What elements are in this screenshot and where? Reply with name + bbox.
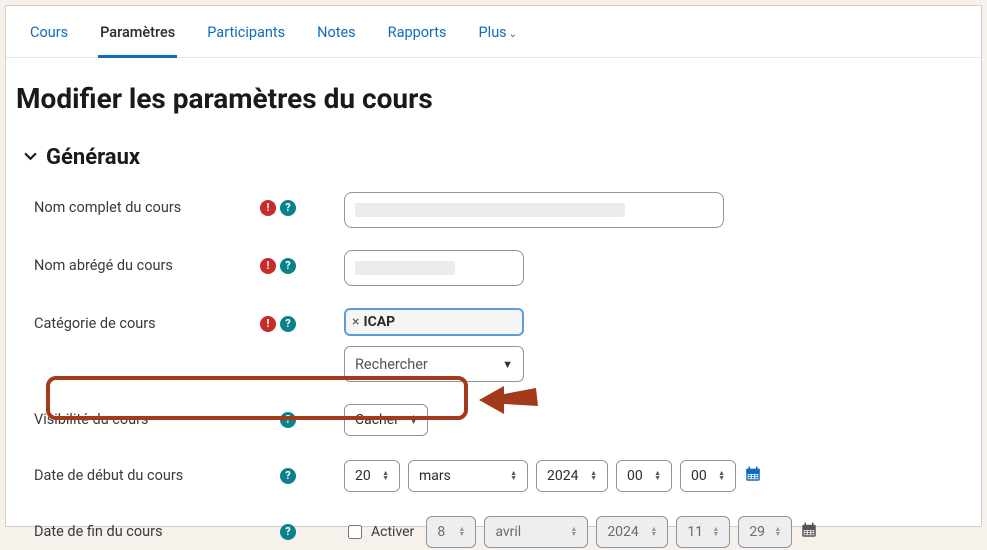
chevron-down-icon — [24, 149, 38, 166]
end-min-value: 29 — [749, 524, 765, 540]
end-day-value: 8 — [437, 524, 445, 540]
category-tag-label: ICAP — [363, 314, 395, 330]
end-year-select: 2024 ▲▼ — [596, 516, 668, 548]
course-tabs: Cours Paramètres Participants Notes Rapp… — [6, 6, 981, 58]
tab-more-label: Plus — [479, 24, 507, 41]
start-day-select[interactable]: 20 ▲▼ — [344, 460, 400, 492]
spinner-icon: ▲▼ — [410, 415, 417, 425]
start-min-select[interactable]: 00 ▲▼ — [680, 460, 736, 492]
redacted-text — [355, 203, 625, 217]
spinner-icon: ▲▼ — [650, 527, 657, 537]
required-icon: ! — [260, 258, 276, 274]
start-hour-select[interactable]: 00 ▲▼ — [616, 460, 672, 492]
spinner-icon: ▲▼ — [510, 471, 517, 481]
help-icon[interactable]: ? — [280, 200, 296, 216]
end-month-value: avril — [495, 524, 521, 540]
start-year-select[interactable]: 2024 ▲▼ — [536, 460, 608, 492]
calendar-icon — [800, 521, 818, 544]
fullname-input[interactable] — [344, 192, 724, 228]
enddate-enable-checkbox[interactable] — [348, 525, 362, 539]
shortname-input[interactable] — [344, 250, 524, 286]
start-min-value: 00 — [691, 468, 707, 484]
end-year-value: 2024 — [607, 524, 638, 540]
spinner-icon: ▲▼ — [590, 471, 597, 481]
required-icon: ! — [260, 316, 276, 332]
end-month-select: avril ▲▼ — [484, 516, 588, 548]
dropdown-icon: ▼ — [502, 358, 513, 371]
tab-more[interactable]: Plus⌄ — [477, 18, 520, 57]
label-shortname: Nom abrégé du cours — [34, 257, 173, 274]
spinner-icon: ▲▼ — [570, 527, 577, 537]
help-icon[interactable]: ? — [280, 316, 296, 332]
start-month-value: mars — [419, 468, 451, 484]
end-min-select: 29 ▲▼ — [738, 516, 792, 548]
tab-course[interactable]: Cours — [28, 18, 70, 57]
category-search-select[interactable]: Rechercher ▼ — [344, 346, 524, 382]
redacted-text — [355, 261, 455, 275]
label-fullname: Nom complet du cours — [34, 199, 181, 216]
help-icon[interactable]: ? — [280, 468, 296, 484]
spinner-icon: ▲▼ — [654, 471, 661, 481]
spinner-icon: ▲▼ — [712, 527, 719, 537]
section-general-toggle[interactable]: Généraux — [24, 145, 971, 170]
spinner-icon: ▲▼ — [382, 471, 389, 481]
tab-grades[interactable]: Notes — [315, 18, 358, 57]
tab-settings[interactable]: Paramètres — [98, 18, 177, 58]
tab-reports[interactable]: Rapports — [386, 18, 449, 57]
tab-participants[interactable]: Participants — [205, 18, 287, 57]
chevron-down-icon: ⌄ — [509, 29, 517, 40]
start-day-value: 20 — [355, 468, 371, 484]
help-icon[interactable]: ? — [280, 258, 296, 274]
enddate-enable-toggle[interactable]: Activer — [344, 522, 414, 542]
spinner-icon: ▲▼ — [718, 471, 725, 481]
section-general-title: Généraux — [46, 145, 140, 170]
start-year-value: 2024 — [547, 468, 578, 484]
label-visibility: Visibilité du cours — [34, 411, 149, 428]
help-icon[interactable]: ? — [280, 412, 296, 428]
visibility-value: Cacher — [355, 412, 399, 428]
required-icon: ! — [260, 200, 276, 216]
category-tag[interactable]: × ICAP — [344, 308, 524, 336]
remove-tag-icon[interactable]: × — [352, 314, 359, 330]
category-search-placeholder: Rechercher — [355, 356, 428, 373]
end-day-select: 8 ▲▼ — [426, 516, 476, 548]
start-hour-value: 00 — [627, 468, 643, 484]
label-category: Catégorie de cours — [34, 315, 156, 332]
enddate-enable-label: Activer — [371, 524, 414, 540]
page-title: Modifier les paramètres du cours — [6, 58, 981, 123]
end-hour-value: 11 — [687, 524, 703, 540]
spinner-icon: ▲▼ — [774, 527, 781, 537]
end-hour-select: 11 ▲▼ — [676, 516, 730, 548]
spinner-icon: ▲▼ — [458, 527, 465, 537]
calendar-icon[interactable] — [744, 465, 762, 488]
start-month-select[interactable]: mars ▲▼ — [408, 460, 528, 492]
visibility-select[interactable]: Cacher ▲▼ — [344, 404, 428, 436]
label-startdate: Date de début du cours — [34, 467, 183, 484]
